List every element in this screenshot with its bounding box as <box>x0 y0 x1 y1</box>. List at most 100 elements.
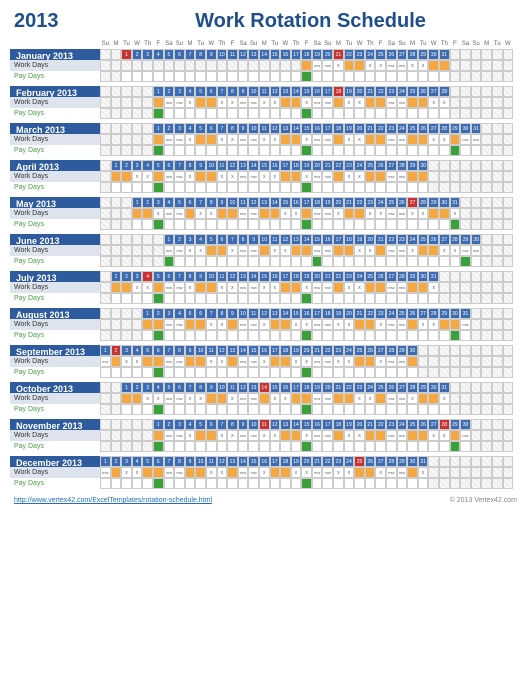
date-cell: 27 <box>375 456 386 467</box>
date-cell: 20 <box>322 49 333 60</box>
date-cell: 24 <box>365 49 376 60</box>
work-cell <box>460 171 471 182</box>
work-cell <box>428 393 439 404</box>
pay-cell <box>270 108 281 119</box>
date-cell: 13 <box>291 234 302 245</box>
pay-cell <box>280 478 291 489</box>
pay-cell <box>492 330 503 341</box>
date-cell: 24 <box>397 86 408 97</box>
work-cell: mw <box>312 319 323 330</box>
pay-cell <box>164 441 175 452</box>
pay-cell <box>503 367 514 378</box>
pay-cell <box>142 478 153 489</box>
date-cell: 2 <box>153 308 164 319</box>
date-cell: 15 <box>270 49 281 60</box>
pay-cell <box>354 145 365 156</box>
work-cell <box>121 430 132 441</box>
pay-cell <box>270 145 281 156</box>
pay-cell <box>121 219 132 230</box>
date-cell: 24 <box>365 382 376 393</box>
pay-cell <box>471 404 482 415</box>
work-cell: x <box>333 467 344 478</box>
date-cell: 21 <box>365 123 376 134</box>
pay-cell <box>354 478 365 489</box>
work-cell <box>121 134 132 145</box>
date-cell: 14 <box>259 49 270 60</box>
work-cell <box>100 134 111 145</box>
pay-cell <box>322 182 333 193</box>
date-cell: 7 <box>164 345 175 356</box>
work-cell: x <box>270 245 281 256</box>
date-cell: 26 <box>418 123 429 134</box>
date-cell: 3 <box>142 382 153 393</box>
pay-cell <box>450 330 461 341</box>
pay-cell <box>291 441 302 452</box>
date-cell <box>111 234 122 245</box>
pay-cell <box>280 330 291 341</box>
pay-cell <box>481 441 492 452</box>
pay-cell <box>492 478 503 489</box>
pay-cell <box>217 404 228 415</box>
pay-cell <box>375 293 386 304</box>
pay-cell <box>100 441 111 452</box>
pay-cell <box>227 71 238 82</box>
date-cell <box>111 123 122 134</box>
work-cell <box>481 393 492 404</box>
date-cell: 8 <box>195 49 206 60</box>
date-cell: 26 <box>375 271 386 282</box>
date-cell <box>481 197 492 208</box>
work-cell <box>270 319 281 330</box>
date-cell: 20 <box>312 271 323 282</box>
date-cell: 14 <box>291 86 302 97</box>
pay-cell <box>492 219 503 230</box>
work-cell <box>471 97 482 108</box>
work-cell: x <box>344 171 355 182</box>
work-cell <box>153 467 164 478</box>
date-cell: 15 <box>301 123 312 134</box>
source-link[interactable]: http://www.vertex42.com/ExcelTemplates/r… <box>14 497 212 504</box>
date-cell: 22 <box>333 160 344 171</box>
date-cell <box>439 160 450 171</box>
dow-cell: M <box>259 41 270 47</box>
date-cell: 16 <box>291 197 302 208</box>
date-cell: 23 <box>333 456 344 467</box>
work-cell <box>354 356 365 367</box>
date-cell <box>450 49 461 60</box>
date-cell: 14 <box>291 419 302 430</box>
work-cell: x <box>259 356 270 367</box>
work-cell <box>121 319 132 330</box>
pay-cell <box>185 367 196 378</box>
pay-cell <box>407 330 418 341</box>
pay-cell <box>206 145 217 156</box>
work-cell <box>227 60 238 71</box>
work-cell: x <box>185 134 196 145</box>
date-cell: 5 <box>142 345 153 356</box>
pay-cell <box>312 182 323 193</box>
pay-cell <box>375 441 386 452</box>
work-cell <box>227 467 238 478</box>
pay-cell <box>132 330 143 341</box>
date-cell: 4 <box>132 345 143 356</box>
date-cell: 5 <box>195 419 206 430</box>
pay-cell <box>206 478 217 489</box>
work-cell <box>450 356 461 367</box>
work-cell: mw <box>386 208 397 219</box>
work-cell <box>471 467 482 478</box>
pay-cell <box>460 256 471 267</box>
date-cell: 14 <box>248 271 259 282</box>
work-cell: mw <box>248 393 259 404</box>
month-block: October 20131234567891011121314151617181… <box>10 382 521 415</box>
work-cell: mw <box>312 393 323 404</box>
date-cell: 19 <box>301 271 312 282</box>
work-cell <box>375 430 386 441</box>
pay-cell <box>503 108 514 119</box>
pay-cell <box>386 293 397 304</box>
pay-cell <box>153 256 164 267</box>
work-cell: x <box>142 282 153 293</box>
pay-cell <box>428 478 439 489</box>
pay-cell <box>503 145 514 156</box>
work-cell <box>153 171 164 182</box>
date-cell: 12 <box>270 123 281 134</box>
pay-cell <box>397 182 408 193</box>
dow-cell: Sa <box>386 41 397 47</box>
